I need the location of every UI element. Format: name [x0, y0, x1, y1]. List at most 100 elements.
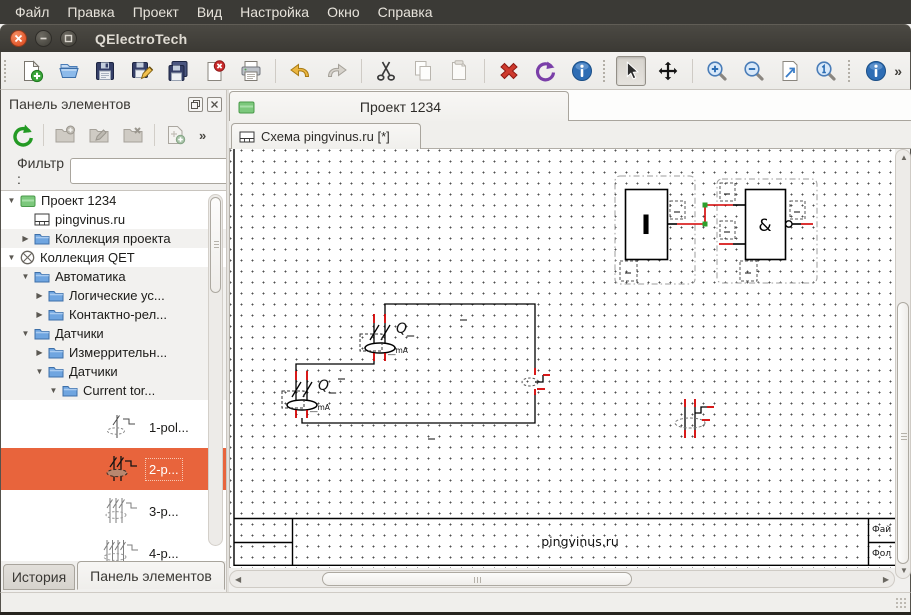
scroll-left-icon[interactable]: ◀ [235, 575, 241, 584]
expand-arrow-icon[interactable]: ▼ [20, 272, 31, 281]
folder-icon [34, 270, 50, 283]
breaker-1[interactable]: Q_ __mA [360, 314, 467, 361]
new-document-button[interactable] [17, 56, 46, 86]
copy-button[interactable] [408, 56, 437, 86]
standalone-transformer[interactable] [675, 399, 714, 438]
save-button[interactable] [90, 56, 119, 86]
tree-scrollbar-thumb[interactable] [210, 197, 221, 293]
logic-gate-group[interactable]: I & [615, 176, 817, 284]
panel-toolbar-overflow-button[interactable]: » [199, 128, 206, 143]
edit-category-button[interactable] [85, 121, 113, 149]
tree-scrollbar[interactable] [208, 194, 223, 546]
tree-item-relay[interactable]: ▶ Контактно-рел... [1, 305, 227, 324]
tree-item-sensors-sub[interactable]: ▼ Датчики [1, 362, 227, 381]
undo-button[interactable] [286, 56, 315, 86]
tree-item-label: Current tor... [83, 383, 155, 398]
expand-arrow-icon[interactable]: ▶ [34, 348, 45, 357]
zoom-out-button[interactable] [739, 56, 768, 86]
scroll-up-icon[interactable]: ▲ [900, 153, 908, 162]
rotate-selection-button[interactable] [531, 56, 560, 86]
tree-item-label: Проект 1234 [41, 193, 116, 208]
breaker-1-name: Q_ [396, 321, 415, 337]
element-item-2p-selected[interactable]: 2-p... [1, 448, 227, 490]
expand-arrow-icon[interactable]: ▼ [48, 386, 59, 395]
expand-arrow-icon[interactable]: ▼ [20, 329, 31, 338]
toolbar-grip[interactable] [603, 60, 608, 82]
tree-item-qet-collection[interactable]: ▼ Коллекция QET [1, 248, 227, 267]
save-all-button[interactable] [163, 56, 192, 86]
zoom-reset-button[interactable] [812, 56, 841, 86]
tab-diagram[interactable]: Схема pingvinus.ru [*] [231, 123, 421, 149]
menu-view[interactable]: Вид [188, 2, 231, 22]
delete-selection-button[interactable] [494, 56, 523, 86]
zoom-fit-button[interactable] [775, 56, 804, 86]
toolbar-separator [484, 59, 485, 83]
toolbar-grip[interactable] [4, 60, 9, 82]
tree-item-project-collection[interactable]: ▶ Коллекция проекта [1, 229, 227, 248]
window-title: QElectroTech [95, 31, 187, 47]
element-item-3p[interactable]: 3-p... [1, 490, 227, 532]
close-file-button[interactable] [200, 56, 229, 86]
diagram-info-button[interactable] [861, 56, 890, 86]
expand-arrow-icon[interactable]: ▼ [6, 253, 17, 262]
diagram-canvas[interactable]: pingvinus.ru Фай Фол I & [229, 149, 895, 568]
tree-item-logic[interactable]: ▶ Логические ус... [1, 286, 227, 305]
panel-close-button[interactable] [207, 97, 222, 112]
canvas-hscrollbar-thumb[interactable] [322, 572, 632, 586]
select-mode-button[interactable] [616, 56, 646, 86]
scroll-right-icon[interactable]: ▶ [883, 575, 889, 584]
tab-project[interactable]: Проект 1234 [229, 91, 569, 121]
breaker-circuit[interactable]: Q_ __mA [282, 304, 550, 439]
delete-icon [497, 59, 521, 83]
menu-project[interactable]: Проект [124, 2, 188, 22]
open-document-button[interactable] [54, 56, 83, 86]
canvas-hscrollbar[interactable]: ◀ ▶ [229, 570, 895, 588]
toolbar-grip[interactable] [848, 60, 853, 82]
tree-item-project[interactable]: ▼ Проект 1234 [1, 191, 227, 210]
expand-arrow-icon[interactable]: ▼ [6, 196, 17, 205]
reload-collections-button[interactable] [8, 121, 36, 149]
window-maximize-button[interactable] [60, 30, 77, 47]
tree-item-diagram[interactable]: pingvinus.ru [1, 210, 227, 229]
new-category-button[interactable] [51, 121, 79, 149]
panel-float-button[interactable] [188, 97, 203, 112]
paste-button[interactable] [445, 56, 474, 86]
scroll-down-icon[interactable]: ▼ [900, 566, 908, 575]
expand-arrow-icon[interactable]: ▶ [34, 310, 45, 319]
canvas-vscrollbar-thumb[interactable] [897, 302, 909, 564]
element-info-button[interactable] [567, 56, 596, 86]
zoom-fit-icon [778, 59, 802, 83]
menu-edit[interactable]: Правка [58, 2, 123, 22]
tree-item-automation[interactable]: ▼ Автоматика [1, 267, 227, 286]
canvas-vscrollbar[interactable]: ▲ ▼ [895, 149, 911, 579]
print-button[interactable] [236, 56, 265, 86]
menu-settings[interactable]: Настройка [231, 2, 318, 22]
window-close-button[interactable] [10, 30, 27, 47]
tree-item-sensors[interactable]: ▼ Датчики [1, 324, 227, 343]
menu-help[interactable]: Справка [369, 2, 442, 22]
tree-item-measuring[interactable]: ▶ Измеррительн... [1, 343, 227, 362]
expand-arrow-icon[interactable]: ▶ [20, 234, 31, 243]
element-item-4p[interactable]: 4-p... [1, 532, 227, 561]
redo-button[interactable] [322, 56, 351, 86]
menu-file[interactable]: Файл [6, 2, 58, 22]
breaker-2[interactable]: Q_ __mA [282, 371, 345, 418]
zoom-in-button[interactable] [702, 56, 731, 86]
element-item-1pol[interactable]: 1-pol... [1, 406, 227, 448]
window-minimize-button[interactable] [35, 30, 52, 47]
cut-button[interactable] [372, 56, 401, 86]
resize-grip[interactable] [895, 597, 907, 609]
delete-category-button[interactable] [119, 121, 147, 149]
expand-arrow-icon[interactable]: ▶ [34, 291, 45, 300]
toolbar-overflow-button[interactable]: » [894, 63, 902, 79]
tab-history[interactable]: История [3, 564, 75, 590]
loop-connector[interactable] [522, 368, 550, 395]
expand-arrow-icon[interactable]: ▼ [34, 367, 45, 376]
circuit-wires[interactable] [296, 304, 535, 423]
tab-elements-panel[interactable]: Панель элементов [77, 561, 225, 590]
pan-mode-button[interactable] [653, 56, 682, 86]
menu-window[interactable]: Окно [318, 2, 369, 22]
new-element-button[interactable] [162, 121, 190, 149]
save-as-button[interactable] [127, 56, 156, 86]
tree-item-current-transformers[interactable]: ▼ Current tor... [1, 381, 227, 400]
